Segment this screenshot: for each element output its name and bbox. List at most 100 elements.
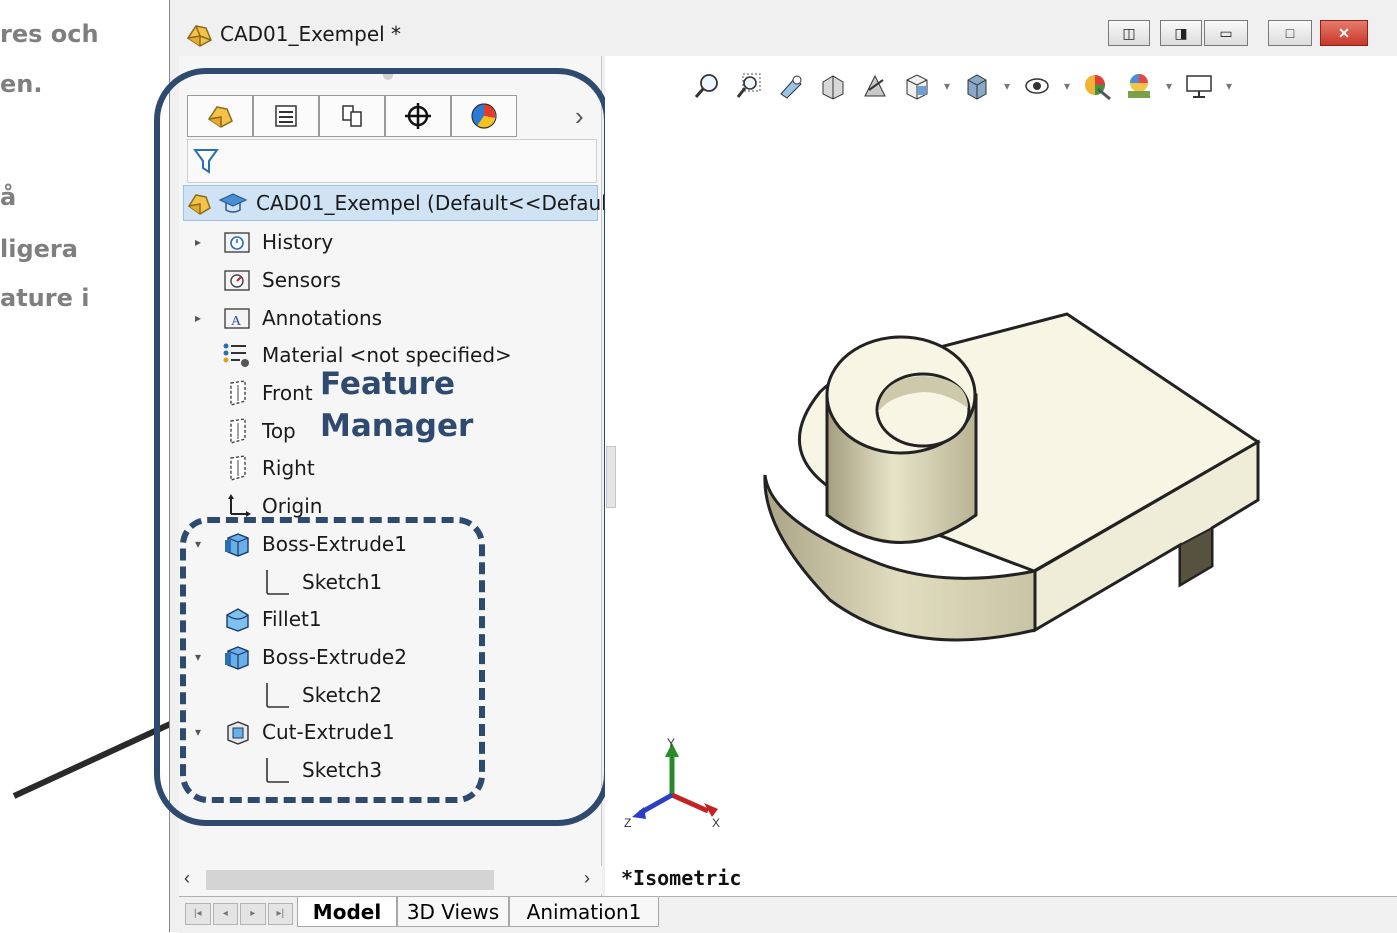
apply-scene-icon[interactable] xyxy=(1122,69,1156,103)
tree-item-label: Boss-Extrude2 xyxy=(262,645,407,669)
view-settings-icon[interactable] xyxy=(1182,69,1216,103)
tree-item-sketch1[interactable]: Sketch1 xyxy=(262,564,382,600)
tree-item-fillet1[interactable]: Fillet1 xyxy=(222,601,322,637)
tab-overflow-arrow[interactable]: › xyxy=(575,101,584,132)
prev-tab-icon[interactable]: ◂ xyxy=(212,903,238,925)
last-tab-icon[interactable]: ▸| xyxy=(267,903,293,925)
scroll-right-arrow[interactable]: › xyxy=(584,868,590,889)
tree-item-sketch2[interactable]: Sketch2 xyxy=(262,677,382,713)
tab-dimxpert-manager[interactable] xyxy=(385,95,451,137)
display-style-dropdown-icon[interactable]: ▾ xyxy=(1002,79,1012,93)
tab-model[interactable]: Model xyxy=(297,897,397,927)
triad-z-label: Z xyxy=(624,816,631,830)
title-bar: CAD01_Exempel * ◫ ◨ ▭ □ ✕ xyxy=(170,0,1397,56)
view-orientation-icon[interactable] xyxy=(900,69,934,103)
next-tab-icon[interactable]: ▸ xyxy=(240,903,266,925)
slide-text-line-3: å xyxy=(0,183,17,211)
scroll-left-arrow[interactable]: ‹ xyxy=(184,868,190,889)
plane-icon xyxy=(222,378,252,408)
slide-text-line-4: ligera xyxy=(0,235,78,263)
window-title: CAD01_Exempel * xyxy=(220,22,402,46)
panel-splitter-handle[interactable] xyxy=(383,70,393,80)
tab-display-manager[interactable] xyxy=(451,95,517,137)
section-view-icon[interactable] xyxy=(816,69,850,103)
tree-item-sensors[interactable]: Sensors xyxy=(222,262,341,298)
view-orientation-dropdown-icon[interactable]: ▾ xyxy=(942,79,952,93)
view-settings-dropdown-icon[interactable]: ▾ xyxy=(1224,79,1234,93)
tree-item-sketch3[interactable]: Sketch3 xyxy=(262,752,382,788)
tree-item-front[interactable]: Front xyxy=(222,375,313,411)
tile-right-button[interactable]: ◨ xyxy=(1160,20,1202,46)
tab-configuration-manager[interactable] xyxy=(319,95,385,137)
tree-item-label: Sketch3 xyxy=(302,758,383,782)
tree-item-label: History xyxy=(262,230,334,254)
expand-toggle-icon[interactable]: ▸ xyxy=(192,311,204,325)
part-model[interactable] xyxy=(740,300,1280,660)
first-tab-icon[interactable]: |◂ xyxy=(185,903,211,925)
property-manager-icon xyxy=(275,105,297,127)
svg-text:A: A xyxy=(231,314,242,329)
reference-triad: Y X Z xyxy=(624,736,720,830)
feature-manager-tabbar: › xyxy=(187,95,597,139)
configuration-manager-icon xyxy=(342,105,362,127)
tree-item-label: Cut-Extrude1 xyxy=(262,720,395,744)
heads-up-view-toolbar: ▾ ▾ ▾ ▾ ▾ xyxy=(690,64,1234,108)
triad-x-label: X xyxy=(712,816,720,830)
tab-animation1[interactable]: Animation1 xyxy=(509,897,659,927)
tree-item-origin[interactable]: Origin xyxy=(222,488,322,524)
filter-icon[interactable] xyxy=(192,146,220,176)
tile-left-icon: ◫ xyxy=(1122,24,1136,41)
tab-property-manager[interactable] xyxy=(253,95,319,137)
tree-item-boss-extrude1[interactable]: Boss-Extrude1 xyxy=(222,526,407,562)
tree-root-label: CAD01_Exempel (Default<<Default> xyxy=(256,191,632,215)
tree-item-top[interactable]: Top xyxy=(222,413,296,449)
expand-toggle-icon[interactable]: ▸ xyxy=(192,235,204,249)
tree-item-label: Sketch2 xyxy=(302,683,383,707)
tile-right-icon: ◨ xyxy=(1174,24,1188,41)
tree-root-item[interactable]: CAD01_Exempel (Default<<Default> xyxy=(183,185,631,221)
display-style-icon[interactable] xyxy=(960,69,994,103)
zoom-to-area-icon[interactable] xyxy=(732,69,766,103)
tree-item-label: Origin xyxy=(262,494,323,518)
graduation-cap-icon xyxy=(218,188,248,218)
sketch-icon xyxy=(262,755,292,785)
panel-collapse-handle[interactable] xyxy=(606,446,616,508)
plane-icon xyxy=(222,453,252,483)
sensors-icon xyxy=(222,265,252,295)
previous-view-icon[interactable] xyxy=(774,69,808,103)
tree-item-label: Fillet1 xyxy=(262,607,322,631)
close-button[interactable]: ✕ xyxy=(1320,20,1368,46)
hide-show-dropdown-icon[interactable]: ▾ xyxy=(1062,79,1072,93)
tree-item-annotations[interactable]: A Annotations xyxy=(222,300,382,336)
edit-appearance-icon[interactable] xyxy=(1080,69,1114,103)
hide-show-items-icon[interactable] xyxy=(1020,69,1054,103)
expand-toggle-icon[interactable]: ▾ xyxy=(192,650,204,664)
display-manager-icon xyxy=(471,103,497,129)
zoom-to-fit-icon[interactable] xyxy=(690,69,724,103)
tree-item-cut-extrude1[interactable]: Cut-Extrude1 xyxy=(222,714,395,750)
part-icon xyxy=(184,188,214,218)
tile-left-button[interactable]: ◫ xyxy=(1108,20,1150,46)
plane-icon xyxy=(222,416,252,446)
tree-item-boss-extrude2[interactable]: Boss-Extrude2 xyxy=(222,639,407,675)
feature-tree-hscrollbar[interactable]: ‹ › xyxy=(180,866,602,894)
dynamic-annotation-icon[interactable] xyxy=(858,69,892,103)
expand-toggle-icon[interactable]: ▾ xyxy=(192,537,204,551)
apply-scene-dropdown-icon[interactable]: ▾ xyxy=(1164,79,1174,93)
tab-feature-manager[interactable] xyxy=(187,95,253,137)
tree-item-label: Boss-Extrude1 xyxy=(262,532,407,556)
callout-manager: Manager xyxy=(320,408,474,444)
minimize-button[interactable]: ▭ xyxy=(1204,20,1248,46)
tree-item-label: Top xyxy=(262,419,296,443)
tree-item-right[interactable]: Right xyxy=(222,450,315,486)
maximize-icon: □ xyxy=(1285,25,1295,41)
maximize-button[interactable]: □ xyxy=(1268,20,1312,46)
tab-3d-views[interactable]: 3D Views xyxy=(397,897,509,927)
triad-y-label: Y xyxy=(667,736,675,750)
sketch-icon xyxy=(262,567,292,597)
expand-toggle-icon[interactable]: ▾ xyxy=(192,725,204,739)
tab-navigation-arrows: |◂ ◂ ▸ ▸| xyxy=(185,903,293,925)
scroll-thumb[interactable] xyxy=(206,870,494,890)
tree-item-history[interactable]: History xyxy=(222,224,333,260)
tree-item-label: Right xyxy=(262,456,315,480)
